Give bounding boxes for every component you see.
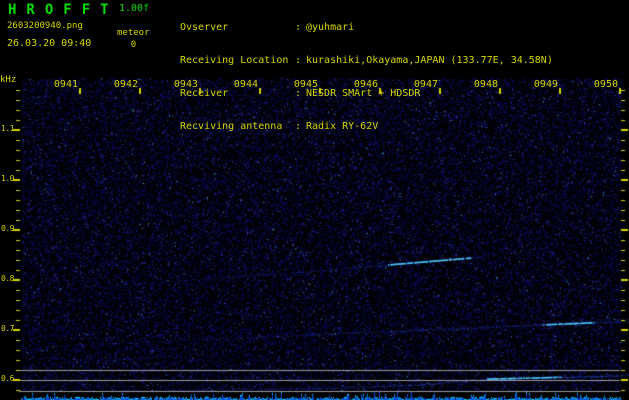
freq-tick-label: 0.9 (1, 224, 14, 233)
meteor-count-label: meteor (117, 28, 150, 38)
observation-datetime: 26.03.20 09:40 (7, 38, 92, 49)
app-version: 1.00f (119, 3, 150, 14)
freq-tick-label: 0.6 (1, 374, 14, 383)
freq-tick-label: 0.7 (1, 324, 14, 333)
time-tick-label: 0946 (353, 79, 378, 90)
header-value: @yuhmari (306, 22, 355, 33)
header-row-location: Receiving Location: kurashiki,Okayama,JAP… (180, 56, 553, 69)
time-tick-label: 0943 (173, 79, 198, 90)
header-colon: : (295, 55, 302, 66)
header-colon: : (295, 121, 302, 132)
time-tick-label: 0949 (533, 79, 558, 90)
time-tick-label: 0945 (293, 79, 318, 90)
freq-tick-label: 1.0 (1, 174, 14, 183)
app-title: HROFFT (8, 2, 119, 18)
header-label: Ovserver (180, 22, 229, 33)
freq-axis-unit: kHz (0, 75, 17, 85)
header-value: Radix RY-62V (306, 121, 379, 132)
meteor-count-value: 0 (130, 40, 137, 50)
time-tick-label: 0947 (413, 79, 438, 90)
header-value: kurashiki,Okayama,JAPAN (133.77E, 34.58N… (306, 55, 553, 66)
header-label: Recviving antenna (180, 121, 283, 132)
header-row-antenna: Recviving antenna: Radix RY-62V (180, 122, 553, 135)
header-label: Receiving Location (180, 55, 289, 66)
header-row-observer: Ovserver: @yuhmari (180, 23, 553, 36)
output-filename: 2603200940.png (7, 21, 83, 31)
header-label: Receiver (180, 88, 229, 99)
time-tick-label: 0941 (53, 79, 78, 90)
time-tick-label: 0944 (233, 79, 258, 90)
header-colon: : (295, 88, 302, 99)
time-tick-label: 0942 (113, 79, 138, 90)
freq-tick-label: 1.1 (1, 124, 14, 133)
header-row-receiver: Receiver: NESDR SMArt + HDSDR (180, 89, 553, 102)
hrofft-window: HROFFT 1.00f 2603200940.png meteor 0 26.… (0, 0, 629, 400)
time-tick-label: 0950 (593, 79, 618, 90)
freq-tick-label: 0.8 (1, 274, 14, 283)
time-tick-label: 0948 (473, 79, 498, 90)
header-colon: : (295, 22, 302, 33)
